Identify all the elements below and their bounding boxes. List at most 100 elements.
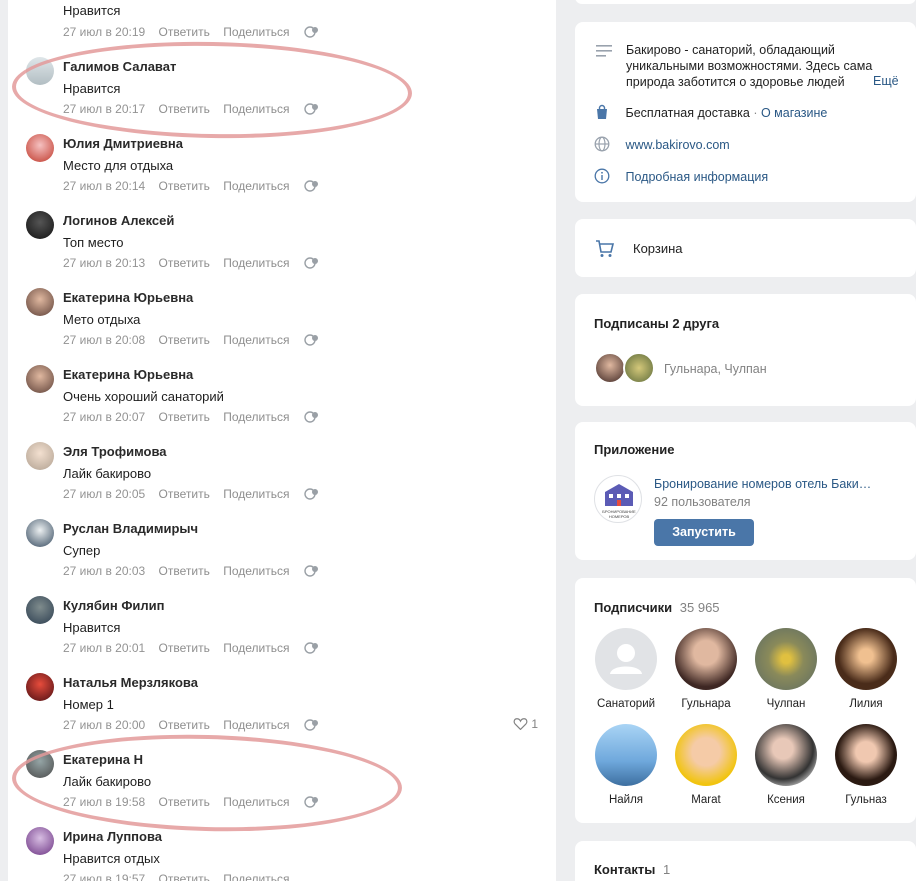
reply-button[interactable]: Ответить <box>159 564 210 578</box>
details-link[interactable]: Подробная информация <box>625 170 768 184</box>
app-name-link[interactable]: Бронирование номеров отель Баки… <box>654 477 871 491</box>
comment-meta: 27 июл в 20:08 Ответить Поделиться <box>63 333 319 347</box>
comment-meta: 27 июл в 20:03 Ответить Поделиться <box>63 564 319 578</box>
avatar[interactable] <box>26 673 54 701</box>
reaction-icon[interactable] <box>303 26 319 38</box>
share-button[interactable]: Поделиться <box>223 718 289 732</box>
subscriber-item[interactable]: Ксения <box>751 724 821 806</box>
reply-button[interactable]: Ответить <box>159 256 210 270</box>
avatar[interactable] <box>623 352 655 384</box>
info-icon <box>594 168 610 184</box>
more-link[interactable]: Ещё <box>867 74 899 88</box>
avatar[interactable] <box>594 352 626 384</box>
subscriber-item[interactable]: Лилия <box>831 628 901 710</box>
reaction-icon[interactable] <box>303 719 319 731</box>
share-button[interactable]: Поделиться <box>223 179 289 193</box>
website-link[interactable]: www.bakirovo.com <box>625 138 729 152</box>
reaction-icon[interactable] <box>303 642 319 654</box>
default-avatar-icon <box>595 628 657 690</box>
reaction-icon[interactable] <box>303 334 319 346</box>
reply-button[interactable]: Ответить <box>159 410 210 424</box>
launch-app-button[interactable]: Запустить <box>654 519 754 546</box>
app-title: Приложение <box>594 442 675 457</box>
subscriber-item[interactable]: Найля <box>591 724 661 806</box>
comment-time[interactable]: 27 июл в 20:05 <box>63 487 145 501</box>
share-button[interactable]: Поделиться <box>223 564 289 578</box>
share-button[interactable]: Поделиться <box>223 872 289 881</box>
subscriber-name: Чулпан <box>766 698 806 710</box>
comment-time[interactable]: 27 июл в 20:13 <box>63 256 145 270</box>
comment-meta: 27 июл в 20:05 Ответить Поделиться <box>63 487 319 501</box>
contacts-count: 1 <box>662 862 671 877</box>
reply-button[interactable]: Ответить <box>159 872 210 881</box>
app-logo-text: БРОНИРОВАНИЕ НОМЕРОВ <box>602 509 636 519</box>
subscriber-item[interactable]: Санаторий <box>591 628 661 710</box>
avatar[interactable] <box>26 596 54 624</box>
heart-icon <box>513 718 528 731</box>
comment-author[interactable]: Юлия Дмитриевна <box>63 136 183 151</box>
reply-button[interactable]: Ответить <box>159 641 210 655</box>
avatar <box>755 724 817 786</box>
share-button[interactable]: Поделиться <box>223 410 289 424</box>
comment-item: Логинов Алексей Топ место 27 июл в 20:13… <box>8 209 556 286</box>
reply-button[interactable]: Ответить <box>159 179 210 193</box>
friends-names[interactable]: Гульнара, Чулпан <box>664 362 767 376</box>
subscriber-item[interactable]: Гульназ <box>831 724 901 806</box>
about-shop-link[interactable]: О магазине <box>761 106 827 120</box>
reaction-icon[interactable] <box>303 488 319 500</box>
app-logo[interactable]: БРОНИРОВАНИЕ НОМЕРОВ <box>594 475 642 523</box>
comment-time[interactable]: 27 июл в 20:19 <box>63 25 145 39</box>
subscriber-item[interactable]: Чулпан <box>751 628 821 710</box>
comment-author[interactable]: Руслан Владимирыч <box>63 521 198 536</box>
avatar[interactable] <box>26 442 54 470</box>
avatar[interactable] <box>26 519 54 547</box>
comment-time[interactable]: 27 июл в 20:01 <box>63 641 145 655</box>
subscriber-item[interactable]: Гульнара <box>671 628 741 710</box>
comment-author[interactable]: Ирина Луппова <box>63 829 162 844</box>
reaction-icon[interactable] <box>303 565 319 577</box>
avatar[interactable] <box>26 288 54 316</box>
subscriber-item[interactable]: Marat <box>671 724 741 806</box>
share-button[interactable]: Поделиться <box>223 487 289 501</box>
comment-time[interactable]: 27 июл в 20:08 <box>63 333 145 347</box>
comment-author[interactable]: Кулябин Филип <box>63 598 165 613</box>
comment-meta: 27 июл в 20:07 Ответить Поделиться <box>63 410 319 424</box>
comment-author[interactable]: Логинов Алексей <box>63 213 174 228</box>
reply-button[interactable]: Ответить <box>159 718 210 732</box>
delivery-label: Бесплатная доставка <box>625 106 750 120</box>
comment-author[interactable]: Екатерина Юрьевна <box>63 290 193 305</box>
reply-button[interactable]: Ответить <box>159 25 210 39</box>
comment-author[interactable]: Наталья Мерзлякова <box>63 675 198 690</box>
comment-time[interactable]: 27 июл в 19:57 <box>63 872 145 881</box>
comment-time[interactable]: 27 июл в 20:00 <box>63 718 145 732</box>
share-button[interactable]: Поделиться <box>223 333 289 347</box>
reaction-icon[interactable] <box>303 257 319 269</box>
globe-icon <box>594 136 610 152</box>
comment-time[interactable]: 27 июл в 20:07 <box>63 410 145 424</box>
description-body: Бакирово - санаторий, обладающий уникаль… <box>626 43 873 89</box>
avatar[interactable] <box>26 365 54 393</box>
reply-button[interactable]: Ответить <box>159 333 210 347</box>
share-button[interactable]: Поделиться <box>223 25 289 39</box>
share-button[interactable]: Поделиться <box>223 256 289 270</box>
avatar[interactable] <box>26 211 54 239</box>
subscriber-name: Лилия <box>849 698 883 710</box>
subscriber-name: Marat <box>691 794 721 806</box>
subscriber-name: Санаторий <box>596 698 656 710</box>
like-counter[interactable]: 1 <box>513 717 538 731</box>
community-info-card: Бакирово - санаторий, обладающий уникаль… <box>575 22 916 202</box>
reply-button[interactable]: Ответить <box>159 487 210 501</box>
cart-card[interactable]: Корзина <box>575 219 916 277</box>
comment-author[interactable]: Эля Трофимова <box>63 444 167 459</box>
comment-time[interactable]: 27 июл в 20:14 <box>63 179 145 193</box>
reaction-icon[interactable] <box>303 180 319 192</box>
avatar[interactable] <box>26 827 54 855</box>
comment-text: Супер <box>63 543 101 558</box>
share-button[interactable]: Поделиться <box>223 641 289 655</box>
comment-time[interactable]: 27 июл в 20:03 <box>63 564 145 578</box>
comment-author[interactable]: Екатерина Юрьевна <box>63 367 193 382</box>
avatar[interactable] <box>26 134 54 162</box>
friends-title: Подписаны 2 друга <box>594 316 720 331</box>
cart-label[interactable]: Корзина <box>633 241 683 256</box>
reaction-icon[interactable] <box>303 411 319 423</box>
